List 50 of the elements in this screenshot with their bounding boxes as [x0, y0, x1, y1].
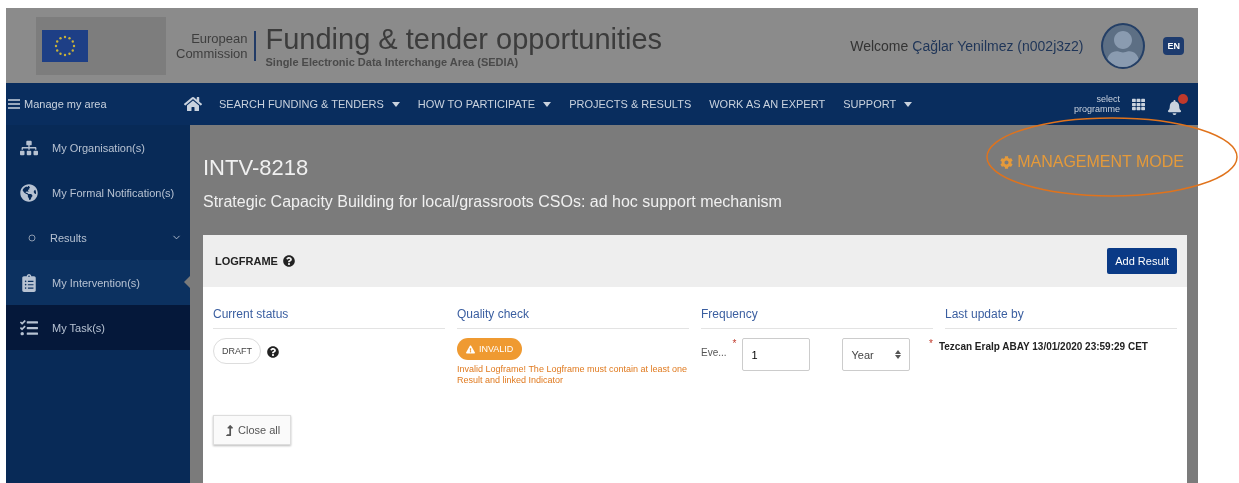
language-button[interactable]: EN	[1163, 36, 1184, 55]
frequency-input[interactable]: 1	[742, 338, 811, 371]
organisation-icon	[20, 138, 38, 157]
site-subtitle: Single Electronic Data Interchange Area (SEDIA)	[265, 56, 520, 68]
intervention-code: INTV-8218	[203, 155, 309, 181]
help-icon[interactable]	[267, 346, 279, 358]
manage-area-menu[interactable]: Manage my area	[6, 98, 184, 110]
warning-icon	[466, 344, 475, 354]
nav-item[interactable]: HOW TO PARTICIPATE	[408, 98, 561, 110]
sidebar-item[interactable]: My Intervention(s)	[6, 260, 190, 305]
site-title: Funding & tender opportunities	[265, 23, 664, 56]
card-title: LOGFRAME	[215, 255, 295, 267]
circle-icon	[28, 233, 36, 242]
required-mark: *	[929, 338, 933, 349]
sidebar-item[interactable]: My Formal Notification(s)	[6, 170, 190, 215]
arrow-up-icon	[224, 424, 235, 436]
nav-item[interactable]: PROJECTS & RESULTS	[560, 98, 701, 110]
nav-item[interactable]: WORK AS AN EXPERT	[700, 98, 835, 110]
user-name[interactable]: Çağlar Yenilmez (n002j3z2)	[912, 37, 1084, 54]
select-programme[interactable]: select programme	[1074, 94, 1120, 114]
organisation-name: European Commission	[176, 30, 256, 61]
column-header: Quality check	[457, 307, 689, 329]
home-icon[interactable]	[184, 95, 202, 113]
validation-message: Invalid Logframe! The Logframe must contain at least one Result and linked Indicator	[457, 364, 687, 386]
column-header: Current status	[213, 307, 445, 329]
menu-icon	[8, 99, 20, 109]
last-update-text: Tezcan Eralp ABAY 13/01/2020 23:59:29 CET	[938, 341, 1148, 352]
sidebar-item[interactable]: Results	[6, 215, 190, 260]
add-result-button[interactable]: Add Result	[1107, 248, 1177, 274]
apps-grid-icon[interactable]	[1132, 97, 1145, 111]
notification-bell-icon[interactable]	[1167, 93, 1188, 115]
welcome-text: Welcome	[850, 37, 909, 54]
sidebar-item[interactable]: My Organisation(s)	[6, 125, 190, 170]
clipboard-icon	[20, 273, 38, 292]
column-header: Last update by	[945, 307, 1177, 329]
frequency-label: Eve...	[701, 347, 727, 358]
help-icon[interactable]	[282, 255, 295, 267]
nav-item[interactable]: SUPPORT	[834, 98, 922, 110]
close-all-button[interactable]: Close all	[213, 415, 292, 445]
sidebar-item[interactable]: My Task(s)	[6, 305, 190, 350]
unit-select[interactable]: Year	[842, 338, 911, 371]
column-header: Frequency	[701, 307, 933, 329]
gear-icon	[1000, 155, 1014, 169]
invalid-badge: INVALID	[457, 338, 523, 360]
intervention-title: Strategic Capacity Building for local/grassroots CSOs: ad hoc support mechanism	[203, 193, 783, 211]
sort-arrows-icon	[895, 350, 902, 359]
required-mark: *	[732, 338, 737, 349]
globe-icon	[20, 183, 38, 202]
task-list-icon	[20, 318, 38, 337]
nav-item[interactable]: SEARCH FUNDING & TENDERS	[210, 98, 409, 110]
